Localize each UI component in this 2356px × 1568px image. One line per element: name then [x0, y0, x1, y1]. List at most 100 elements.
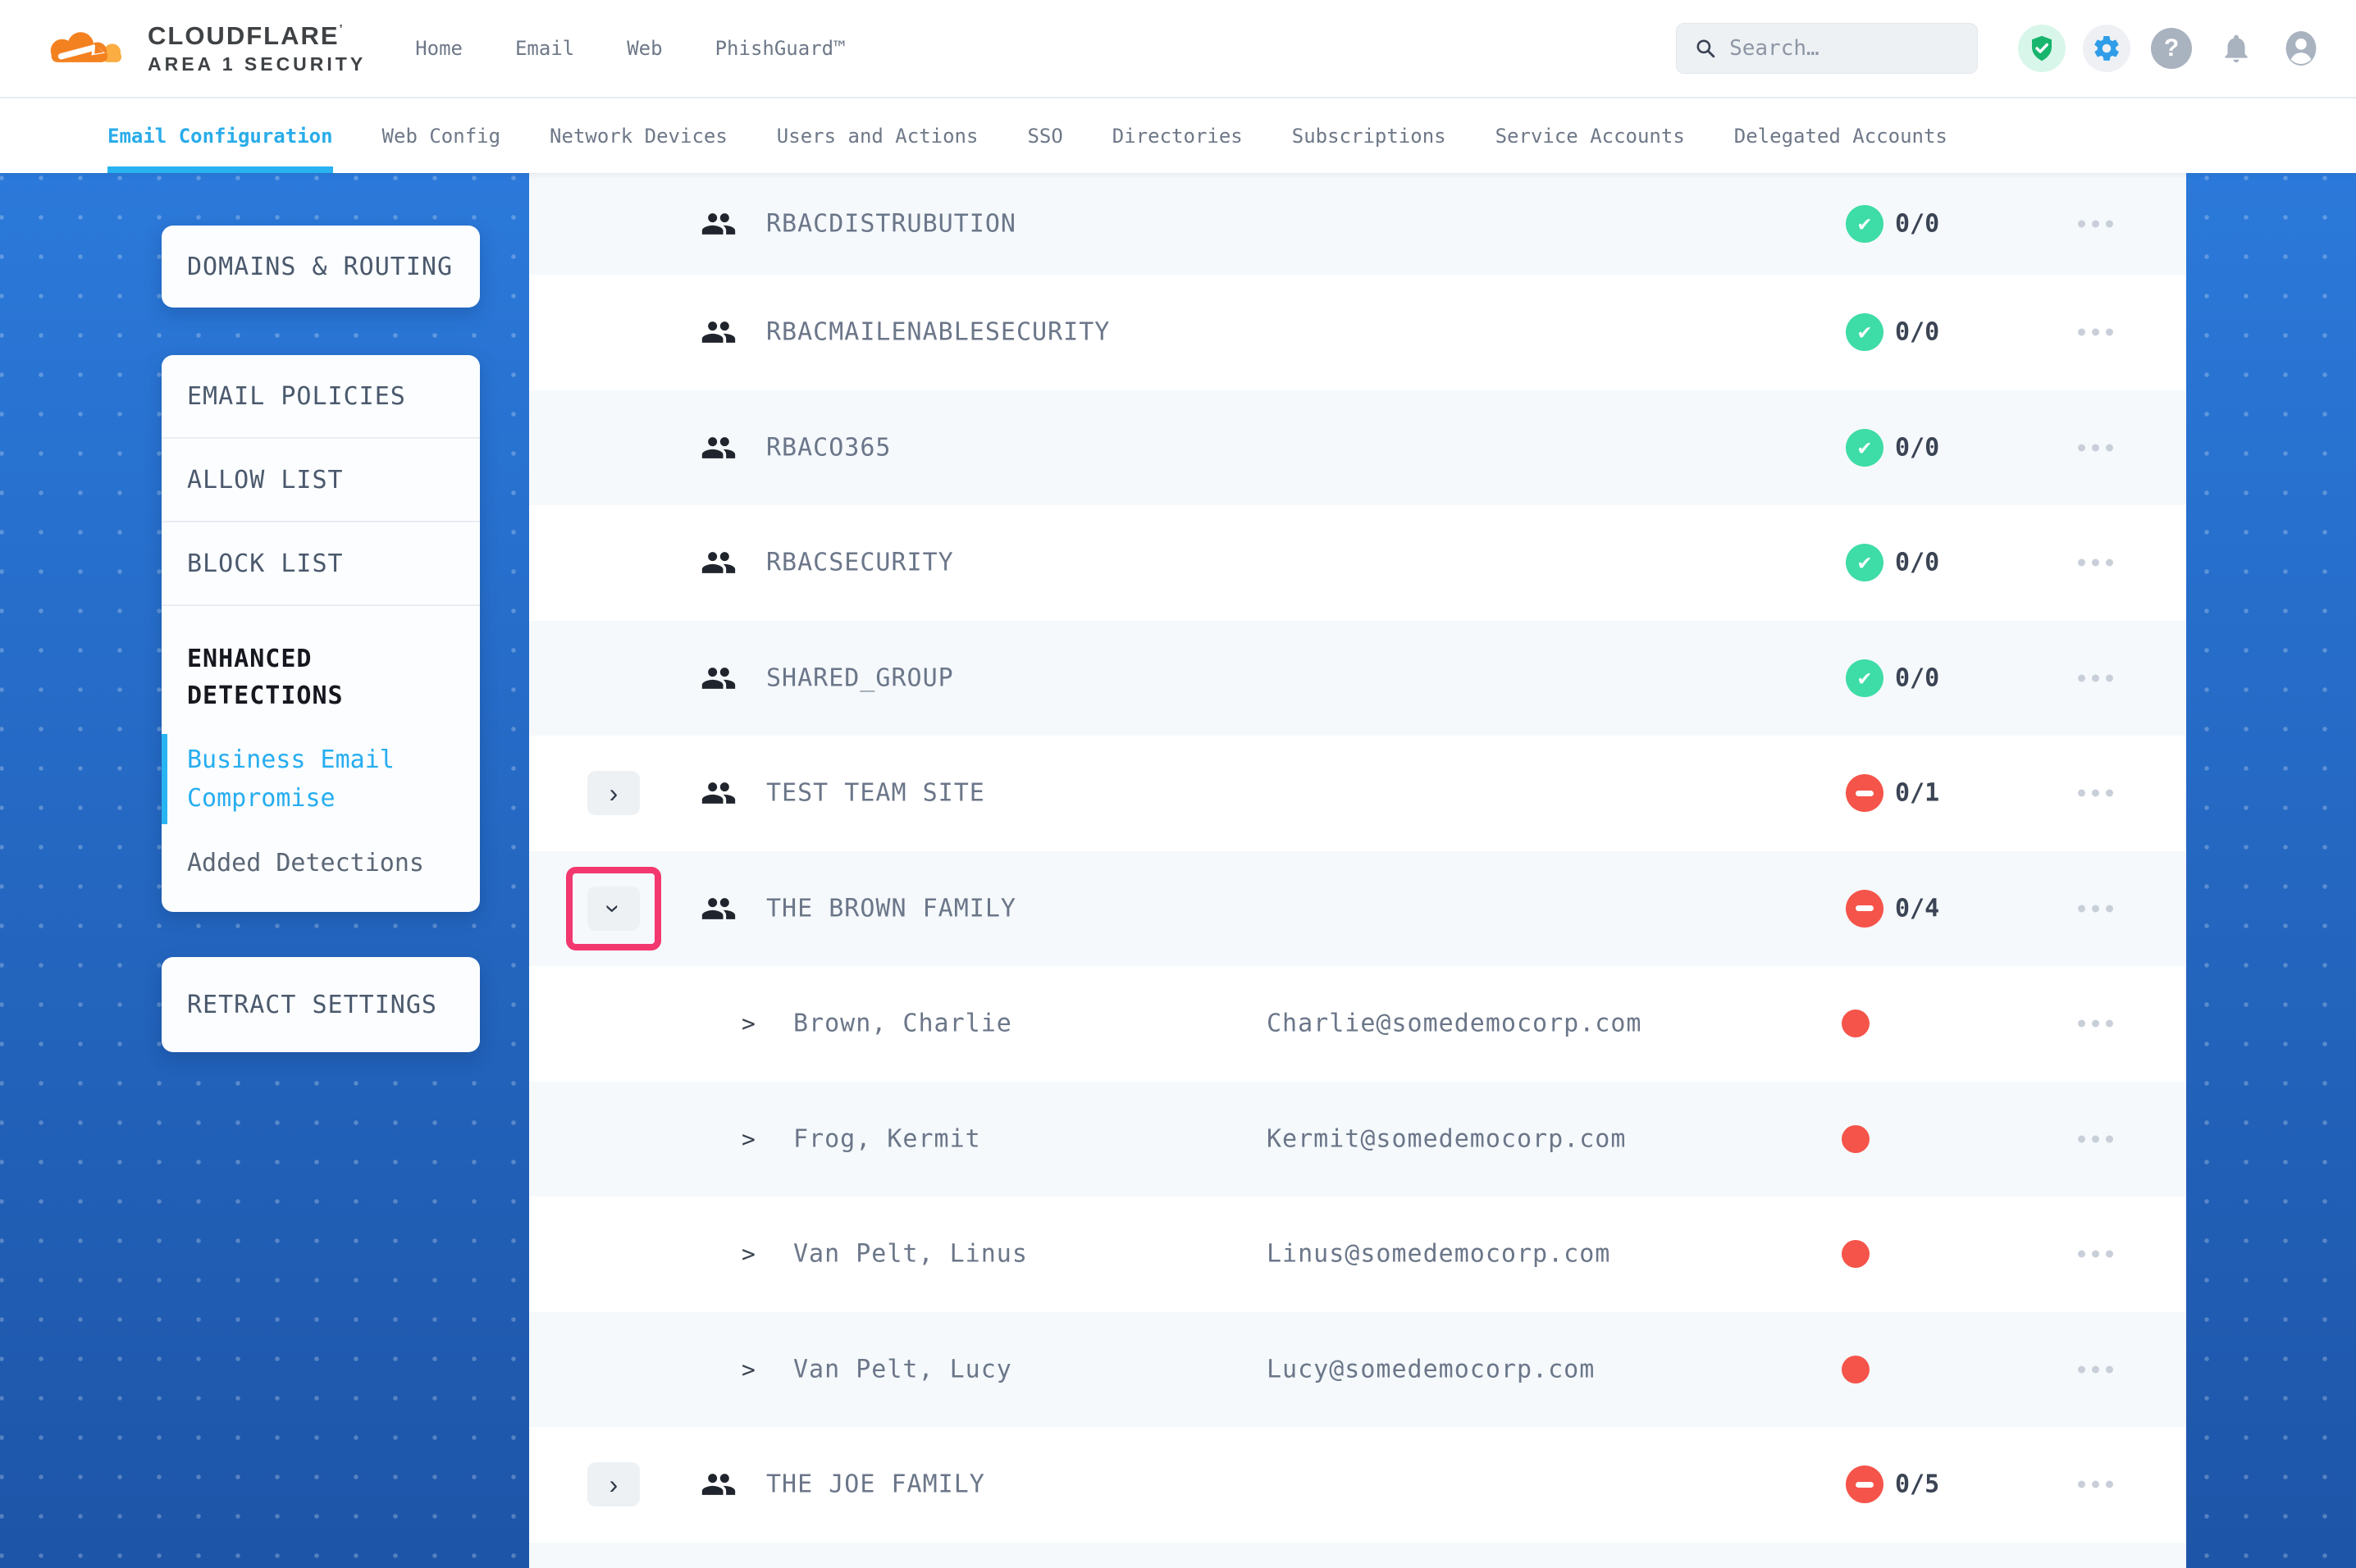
tab-subscriptions[interactable]: Subscriptions [1292, 98, 1446, 173]
chevron-icon: › [610, 780, 619, 806]
group-name: TEST TEAM SITE [766, 779, 985, 808]
member-count: 0/1 [1895, 779, 1939, 808]
tab-users-and-actions[interactable]: Users and Actions [777, 98, 979, 173]
group-name: RBACSECURITY [766, 549, 954, 577]
brand-text: CLOUDFLARE’ AREA 1 SECURITY [148, 23, 366, 74]
sidebar-item-added-detections[interactable]: Added Detections [187, 849, 454, 877]
minus-icon [1856, 905, 1874, 911]
group-name: RBACDISTRUBUTION [766, 210, 1016, 239]
nav-home[interactable]: Home [415, 37, 463, 60]
shield-check-icon [2027, 34, 2057, 63]
sidebar-item-domains-routing[interactable]: DOMAINS & ROUTING [187, 253, 453, 281]
row-menu-button[interactable] [2068, 895, 2123, 922]
group-icon [701, 206, 737, 242]
status-badge: ✔ [1846, 544, 1883, 581]
group-table: › RBACDISTRUBUTION ✔ 0/0 › RBACMAILENABL… [529, 173, 2186, 1568]
sidebar-item-email-policies[interactable]: EMAIL POLICIES [162, 355, 480, 439]
chevron-right-icon[interactable]: > [742, 1241, 756, 1268]
group-icon [701, 775, 737, 811]
sidebar-item-allow-list[interactable]: ALLOW LIST [162, 439, 480, 522]
brand-subtitle: AREA 1 SECURITY [148, 54, 366, 74]
chevron-right-icon[interactable]: > [742, 1010, 756, 1037]
tab-sso[interactable]: SSO [1027, 98, 1062, 173]
row-menu-button[interactable] [2068, 780, 2123, 807]
table-row: › RBACSECURITY ✔ 0/0 [529, 505, 2186, 621]
check-icon: ✔ [1858, 550, 1871, 575]
member-email: Charlie@somedemocorp.com [1267, 1010, 1641, 1038]
table-row: › THE JOE FAMILY ✔ 0/5 [529, 1427, 2186, 1543]
member-name: Frog, Kermit [793, 1124, 981, 1153]
help-button[interactable]: ? [2148, 25, 2195, 72]
status-badge: ✔ [1846, 313, 1883, 351]
member-count: 0/0 [1895, 433, 1939, 462]
row-menu-button[interactable] [2068, 434, 2123, 461]
sidebar-item-block-list[interactable]: BLOCK LIST [162, 522, 480, 606]
row-menu-button[interactable] [2068, 319, 2123, 346]
sidebar-card-email-policies: EMAIL POLICIES ALLOW LIST BLOCK LIST ENH… [162, 355, 480, 912]
sidebar-item-retract-settings[interactable]: RETRACT SETTINGS [187, 991, 437, 1019]
check-icon: ✔ [1858, 212, 1871, 236]
tab-web-config[interactable]: Web Config [382, 98, 501, 173]
row-menu-button[interactable] [2068, 1241, 2123, 1268]
tab-delegated-accounts[interactable]: Delegated Accounts [1734, 98, 1947, 173]
primary-nav: Home Email Web PhishGuard™ [415, 37, 845, 60]
nav-phishguard[interactable]: PhishGuard™ [715, 37, 846, 60]
chevron-right-icon[interactable]: > [742, 1125, 756, 1152]
table-row: › RBACO365 ✔ 0/0 [529, 390, 2186, 506]
table-row: › SHARED_GROUP ✔ 0/0 [529, 621, 2186, 736]
expand-toggle-button[interactable]: › [587, 771, 640, 815]
row-menu-button[interactable] [2068, 1356, 2123, 1383]
gear-icon [2092, 34, 2121, 63]
tab-service-accounts[interactable]: Service Accounts [1495, 98, 1685, 173]
member-email: Linus@somedemocorp.com [1267, 1240, 1610, 1269]
row-menu-button[interactable] [2068, 1010, 2123, 1037]
chevron-right-icon[interactable]: > [742, 1356, 756, 1383]
table-row: › THE BROWN FAMILY ✔ 0/4 [529, 851, 2186, 967]
member-count: 0/4 [1895, 894, 1939, 923]
dotted-blue-background: DOMAINS & ROUTING EMAIL POLICIES ALLOW L… [0, 173, 2356, 1568]
group-name: THE BROWN FAMILY [766, 894, 1016, 923]
search-box[interactable] [1676, 23, 1978, 74]
row-menu-button[interactable] [2068, 1471, 2123, 1498]
tab-email-configuration[interactable]: Email Configuration [107, 98, 333, 173]
row-menu-button[interactable] [2068, 211, 2123, 238]
notifications-button[interactable] [2212, 25, 2260, 72]
table-row: › RBACMAILENABLESECURITY ✔ 0/0 [529, 275, 2186, 390]
member-count: 0/0 [1895, 549, 1939, 577]
status-dot [1842, 1010, 1870, 1037]
sidebar-card-retract-settings[interactable]: RETRACT SETTINGS [162, 957, 480, 1052]
search-input[interactable] [1729, 36, 1959, 61]
section-tab-bar: Email Configuration Web Config Network D… [0, 98, 2356, 173]
sidebar-card-domains-routing[interactable]: DOMAINS & ROUTING [162, 226, 480, 308]
row-menu-button[interactable] [2068, 549, 2123, 577]
member-count: 0/0 [1895, 318, 1939, 347]
account-button[interactable] [2277, 25, 2325, 72]
help-icon: ? [2151, 28, 2192, 69]
expand-toggle-button[interactable]: › [587, 1462, 640, 1506]
member-name: Van Pelt, Lucy [793, 1355, 1012, 1383]
member-name: Brown, Charlie [793, 1010, 1012, 1038]
status-dot [1842, 1240, 1870, 1268]
brand-name: CLOUDFLARE’ [148, 23, 366, 50]
status-badge: ✔ [1846, 205, 1883, 243]
settings-button[interactable] [2083, 25, 2130, 72]
topbar-actions: ? [1676, 23, 2325, 74]
brand-logo: CLOUDFLARE’ AREA 1 SECURITY [34, 23, 366, 74]
expand-toggle-button[interactable]: › [587, 887, 640, 931]
cloudflare-cloud-icon [34, 25, 135, 71]
nav-web[interactable]: Web [627, 37, 662, 60]
minus-icon [1856, 1482, 1874, 1488]
nav-email[interactable]: Email [515, 37, 574, 60]
tab-network-devices[interactable]: Network Devices [550, 98, 728, 173]
user-icon [2281, 29, 2321, 68]
sidebar-item-enhanced-detections[interactable]: ENHANCED DETECTIONS [187, 640, 417, 714]
security-shield-button[interactable] [2018, 25, 2066, 72]
sidebar-item-business-email-compromise[interactable]: Business Email Compromise [187, 741, 409, 818]
status-badge: ✔ [1846, 1465, 1883, 1503]
check-icon: ✔ [1858, 435, 1871, 460]
row-menu-button[interactable] [2068, 1125, 2123, 1152]
tab-directories[interactable]: Directories [1112, 98, 1243, 173]
group-icon [701, 314, 737, 350]
row-menu-button[interactable] [2068, 664, 2123, 691]
group-icon [701, 1466, 737, 1502]
